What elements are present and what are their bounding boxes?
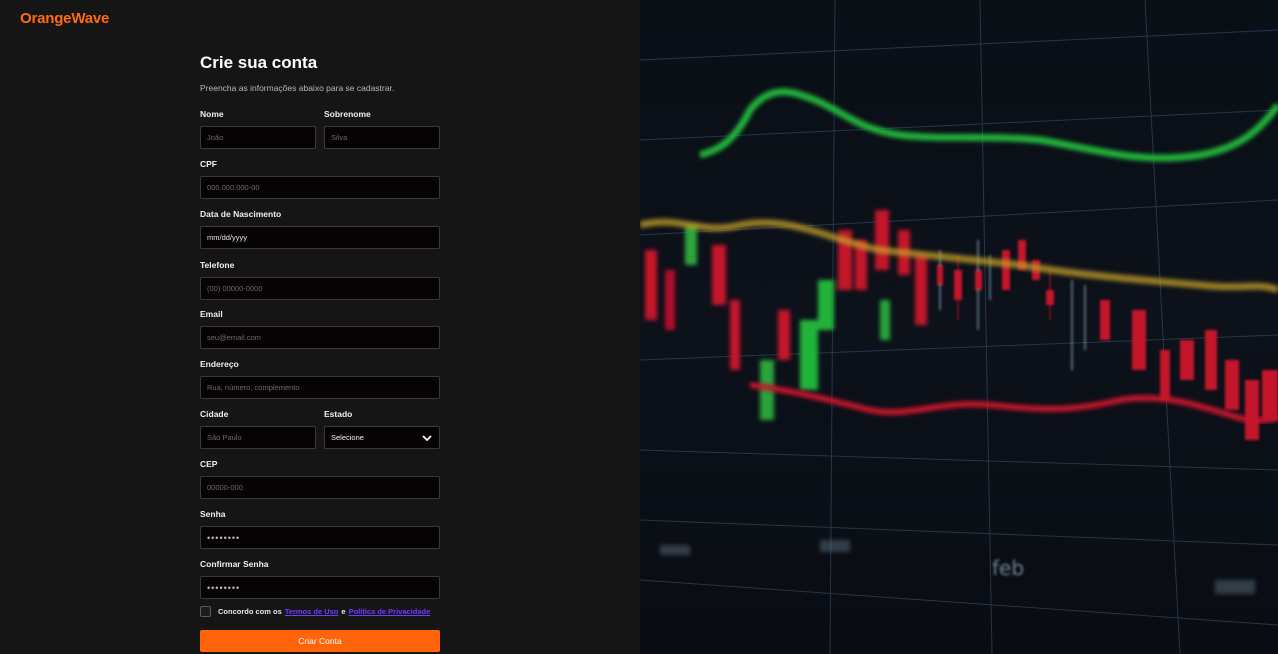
cpf-label: CPF (200, 159, 217, 169)
cidade-input[interactable]: São Paulo (200, 426, 316, 449)
email-group: Email seu@email.com (200, 309, 440, 349)
sobrenome-group: Sobrenome Silva (324, 109, 440, 149)
create-account-button[interactable]: Criar Conta (200, 630, 440, 652)
endereco-input[interactable]: Rua, número, complemento (200, 376, 440, 399)
cpf-group: CPF 000.000.000-00 (200, 159, 440, 199)
terms-link[interactable]: Termos de Uso (285, 607, 339, 616)
endereco-label: Endereço (200, 359, 239, 369)
nascimento-label: Data de Nascimento (200, 209, 282, 219)
sobrenome-label: Sobrenome (324, 109, 371, 119)
confirmar-senha-group: Confirmar Senha •••••••• (200, 559, 440, 599)
page-subtitle: Preencha as informações abaixo para se c… (200, 83, 395, 93)
stock-chart-background: feb (640, 0, 1278, 654)
terms-checkbox[interactable] (200, 606, 211, 617)
estado-select[interactable]: Selecione (324, 426, 440, 449)
sobrenome-input[interactable]: Silva (324, 126, 440, 149)
cep-label: CEP (200, 459, 218, 469)
axis-labels: feb (992, 556, 1024, 580)
confirmar-senha-input[interactable]: •••••••• (200, 576, 440, 599)
endereco-group: Endereço Rua, número, complemento (200, 359, 440, 399)
hero-image: feb (640, 0, 1278, 654)
name-row: Nome João Sobrenome Silva (200, 109, 440, 149)
agree-and: e (341, 607, 346, 616)
nascimento-group: Data de Nascimento mm/dd/yyyy (200, 209, 440, 249)
agree-prefix: Concordo com os (218, 607, 282, 616)
telefone-group: Telefone (00) 00000-0000 (200, 260, 440, 300)
nome-input[interactable]: João (200, 126, 316, 149)
chevron-down-icon (422, 434, 432, 441)
estado-group: Estado Selecione (324, 409, 440, 449)
signup-form: Crie sua conta Preencha as informações a… (200, 52, 440, 652)
cep-group: CEP 00000-000 (200, 459, 440, 499)
terms-agreement: Concordo com os Termos de Uso e Política… (200, 606, 433, 617)
telefone-label: Telefone (200, 260, 235, 270)
email-label: Email (200, 309, 223, 319)
email-input[interactable]: seu@email.com (200, 326, 440, 349)
nascimento-input[interactable]: mm/dd/yyyy (200, 226, 440, 249)
page-title: Crie sua conta (200, 53, 318, 72)
estado-selected-value: Selecione (331, 433, 364, 442)
estado-label: Estado (324, 409, 353, 419)
confirmar-senha-label: Confirmar Senha (200, 559, 269, 569)
cep-input[interactable]: 00000-000 (200, 476, 440, 499)
cpf-input[interactable]: 000.000.000-00 (200, 176, 440, 199)
privacy-link[interactable]: Política de Privacidade (349, 607, 431, 616)
city-state-row: Cidade São Paulo Estado Selecione (200, 409, 440, 449)
brand-logo[interactable]: OrangeWave (20, 10, 109, 27)
signup-panel: OrangeWave Crie sua conta Preencha as in… (0, 0, 640, 654)
telefone-input[interactable]: (00) 00000-0000 (200, 277, 440, 300)
senha-label: Senha (200, 509, 226, 519)
axis-label-feb: feb (992, 556, 1024, 580)
senha-input[interactable]: •••••••• (200, 526, 440, 549)
senha-group: Senha •••••••• (200, 509, 440, 549)
